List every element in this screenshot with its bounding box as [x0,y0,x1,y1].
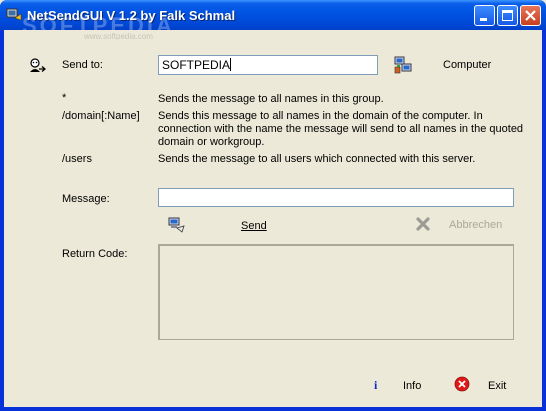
text-caret [230,58,232,71]
minimize-icon [480,18,487,21]
help-text: connection with the name the message wil… [158,123,524,135]
app-window: NetSendGUI V 1.2 by Falk Schmal SOFTPEDI… [0,0,546,411]
user-send-icon [30,58,46,72]
exit-button[interactable]: Exit [488,380,506,392]
maximize-icon [502,10,513,21]
send-label: Send [241,220,267,232]
computer-network-icon [394,56,412,74]
send-icon [168,217,185,233]
send-to-input[interactable]: SOFTPEDIA [158,55,378,75]
help-text: Sends the message to all names in this g… [158,93,384,105]
send-button[interactable]: Send [241,220,267,232]
message-input[interactable] [158,188,514,207]
help-key: /users [62,153,92,165]
maximize-button[interactable] [497,5,518,26]
help-key: * [62,92,67,104]
close-icon [525,10,536,21]
send-to-label: Send to: [62,59,103,71]
app-icon [6,8,22,21]
client-area: www.softpedia.com Send to: SOFTPEDIA Com… [4,30,542,407]
return-code-label: Return Code: [62,248,128,260]
exit-icon [454,376,470,392]
title-bar: NetSendGUI V 1.2 by Falk Schmal SOFTPEDI… [0,0,546,38]
computer-button[interactable]: Computer [443,59,491,71]
info-icon: i [374,378,378,392]
message-label: Message: [62,193,110,205]
cancel-button[interactable]: Abbrechen [449,219,502,231]
help-key: /domain[:Name] [62,110,140,122]
close-button[interactable] [520,5,541,26]
help-text: Sends this message to all names in the d… [158,110,483,122]
help-text: Sends the message to all users which con… [158,153,476,165]
send-to-value: SOFTPEDIA [162,58,231,72]
watermark-url: www.softpedia.com [84,32,153,41]
info-button[interactable]: Info [403,380,421,392]
help-text: domain or workgroup. [158,136,265,148]
minimize-button[interactable] [474,5,495,26]
return-code-output[interactable] [158,244,514,340]
cancel-icon [416,217,430,231]
